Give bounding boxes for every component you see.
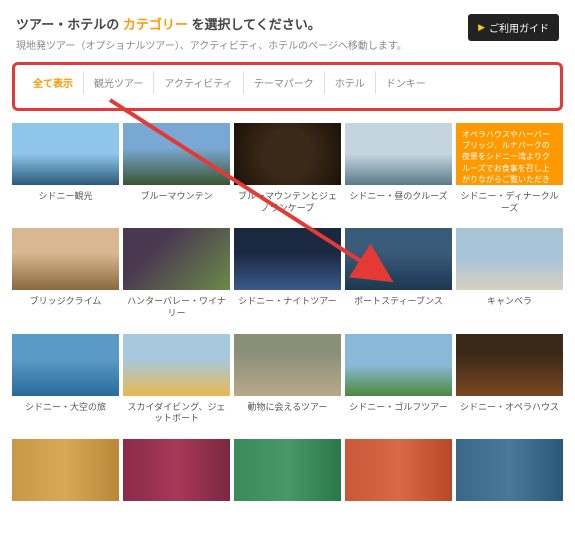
card-label: ブルーマウンテン (123, 185, 230, 215)
card-label: ブリッジクライム (12, 290, 119, 320)
promo-text: オペラハウスやハーバーブリッジ、ルナパークの夜景をシドニー湾よりクルーズでお食事… (456, 123, 563, 185)
card-label: シドニー観光 (12, 185, 119, 215)
card-label: シドニー・ディナークルーズ (456, 185, 563, 224)
card-label: シドニー・ゴルフツアー (345, 396, 452, 426)
card-golf[interactable]: シドニー・ゴルフツアー (345, 334, 452, 435)
card-opera-house[interactable]: シドニー・オペラハウス (456, 334, 563, 435)
title-post: を選択してください。 (191, 17, 320, 32)
card-label: キャンベラ (456, 290, 563, 320)
card-label: シドニー・ナイトツアー (234, 290, 341, 320)
card-item[interactable] (123, 439, 230, 531)
card-thumb (345, 334, 452, 396)
card-hunter-valley[interactable]: ハンターバレー・ワイナリー (123, 228, 230, 329)
card-item[interactable] (12, 439, 119, 531)
card-label: 動物に会えるツアー (234, 396, 341, 426)
card-label: シドニー・大空の旅 (12, 396, 119, 426)
card-thumb (12, 228, 119, 290)
guide-button[interactable]: ▶ ご利用ガイド (468, 14, 559, 41)
card-bridge-climb[interactable]: ブリッジクライム (12, 228, 119, 329)
card-animals[interactable]: 動物に会えるツアー (234, 334, 341, 435)
card-label: シドニー・オペラハウス (456, 396, 563, 426)
card-label: シドニー・昼のクルーズ (345, 185, 452, 215)
card-grid: シドニー観光 ブルーマウンテン ブルーマウンテンとジェノランケーブ シドニー・昼… (0, 123, 575, 543)
card-thumb (345, 123, 452, 185)
tab-themepark[interactable]: テーマパーク (244, 71, 325, 94)
tab-all[interactable]: 全て表示 (23, 71, 84, 94)
title-pre: ツアー・ホテルの (16, 17, 123, 32)
card-label: ハンターバレー・ワイナリー (123, 290, 230, 329)
card-thumb (123, 334, 230, 396)
card-thumb (234, 439, 341, 501)
card-thumb (123, 439, 230, 501)
play-icon: ▶ (478, 22, 485, 33)
card-label: ブルーマウンテンとジェノランケーブ (234, 185, 341, 224)
header: ツアー・ホテルの カテゴリー を選択してください。 現地発ツアー（オプショナルツ… (0, 0, 575, 62)
card-item[interactable] (345, 439, 452, 531)
card-thumb (456, 334, 563, 396)
card-label: ポートスティーブンス (345, 290, 452, 320)
card-sky-tour[interactable]: シドニー・大空の旅 (12, 334, 119, 435)
card-thumb (234, 228, 341, 290)
card-day-cruise[interactable]: シドニー・昼のクルーズ (345, 123, 452, 224)
card-canberra[interactable]: キャンベラ (456, 228, 563, 329)
tab-activity[interactable]: アクティビティ (154, 71, 243, 94)
tabs-container: 全て表示 観光ツアー アクティビティ テーマパーク ホテル ドンキー (12, 62, 563, 111)
guide-button-label: ご利用ガイド (489, 20, 549, 35)
card-thumb (12, 334, 119, 396)
page-title: ツアー・ホテルの カテゴリー を選択してください。 (16, 14, 468, 33)
tab-hotel[interactable]: ホテル (325, 71, 376, 94)
card-item[interactable] (456, 439, 563, 531)
card-port-stephens[interactable]: ポートスティーブンス (345, 228, 452, 329)
page-subtitle: 現地発ツアー（オプショナルツアー）、アクティビティ、ホテルのページへ移動します。 (16, 37, 468, 52)
card-thumb (456, 439, 563, 501)
card-item[interactable] (234, 439, 341, 531)
tab-donkey[interactable]: ドンキー (376, 71, 436, 94)
card-thumb (345, 439, 452, 501)
card-thumb (123, 228, 230, 290)
tabs-highlight-border: 全て表示 観光ツアー アクティビティ テーマパーク ホテル ドンキー (12, 62, 563, 111)
card-thumb (123, 123, 230, 185)
card-night-tour[interactable]: シドニー・ナイトツアー (234, 228, 341, 329)
title-accent: カテゴリー (123, 17, 192, 32)
tab-sightseeing[interactable]: 観光ツアー (84, 71, 154, 94)
card-thumb (12, 439, 119, 501)
card-sydney-sightseeing[interactable]: シドニー観光 (12, 123, 119, 224)
card-thumb (456, 228, 563, 290)
card-thumb (234, 334, 341, 396)
tabs: 全て表示 観光ツアー アクティビティ テーマパーク ホテル ドンキー (15, 71, 560, 94)
card-skydiving[interactable]: スカイダイビング、ジェットボート (123, 334, 230, 435)
card-dinner-cruise[interactable]: オペラハウスやハーバーブリッジ、ルナパークの夜景をシドニー湾よりクルーズでお食事… (456, 123, 563, 224)
card-thumb (345, 228, 452, 290)
card-thumb (234, 123, 341, 185)
header-text: ツアー・ホテルの カテゴリー を選択してください。 現地発ツアー（オプショナルツ… (16, 14, 468, 52)
card-blue-mountain[interactable]: ブルーマウンテン (123, 123, 230, 224)
card-thumb (12, 123, 119, 185)
card-jenolan[interactable]: ブルーマウンテンとジェノランケーブ (234, 123, 341, 224)
card-label: スカイダイビング、ジェットボート (123, 396, 230, 435)
